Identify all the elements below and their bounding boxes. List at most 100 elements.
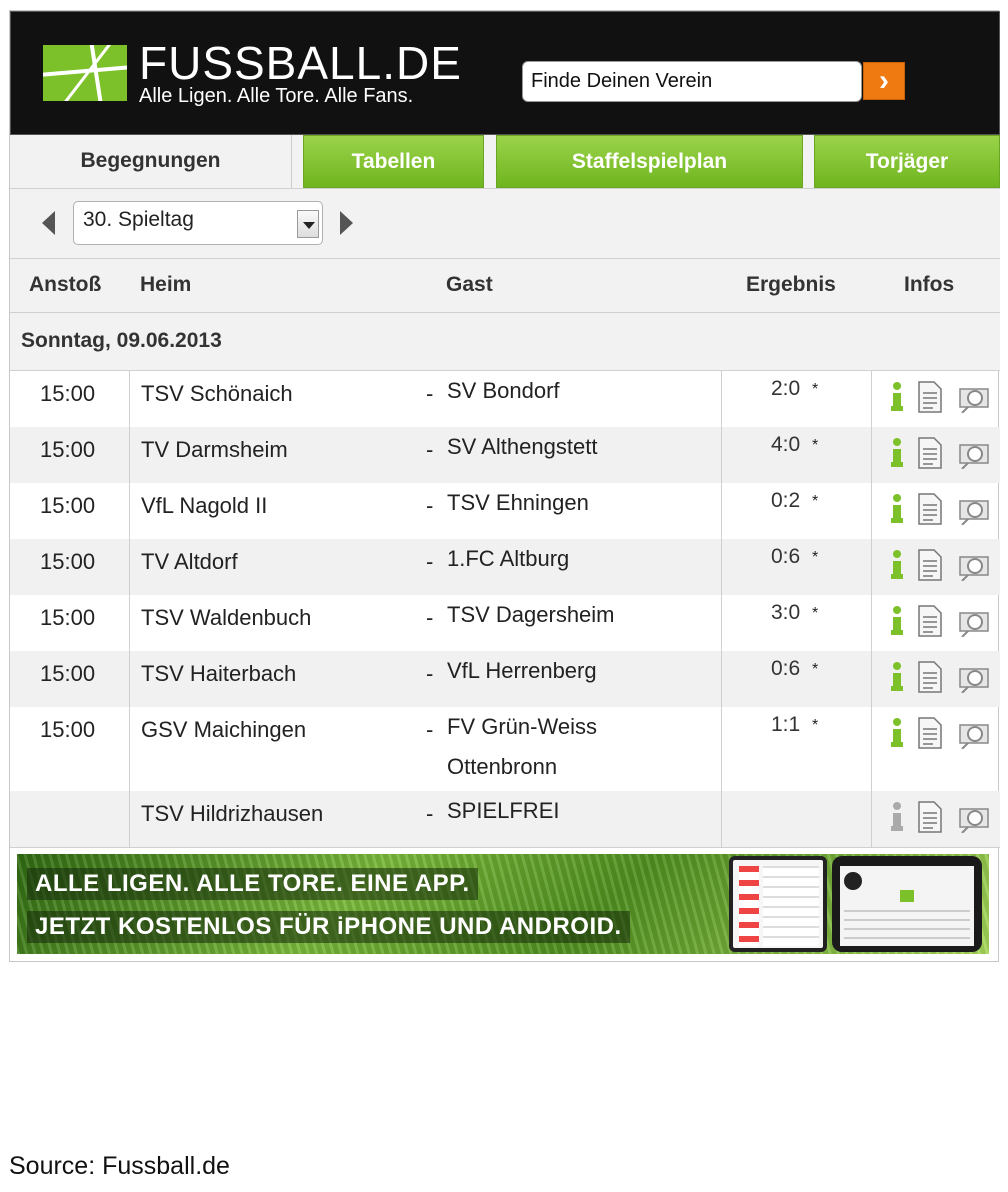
match-row[interactable]: 15:00 TSV Haiterbach - VfL Herrenberg 0:6 * bbox=[10, 651, 1000, 707]
match-info-icons bbox=[878, 661, 989, 695]
kickoff-time: 15:00 bbox=[40, 661, 96, 686]
team-separator: - bbox=[426, 381, 434, 406]
divider bbox=[871, 371, 872, 847]
match-list: 15:00 TSV Schönaich - SV Bondorf 2:0 * 15:00 TV… bbox=[10, 371, 1000, 847]
info-icon[interactable] bbox=[888, 381, 906, 415]
tab-begegnungen[interactable]: Begegnungen bbox=[10, 135, 292, 188]
match-info-icons bbox=[878, 717, 989, 751]
result-note-star: * bbox=[812, 661, 819, 678]
camera-icon[interactable] bbox=[958, 493, 992, 525]
kickoff-time: 15:00 bbox=[40, 493, 96, 518]
home-team: TSV Haiterbach bbox=[141, 661, 297, 686]
info-icon[interactable] bbox=[888, 549, 906, 583]
team-separator: - bbox=[426, 437, 434, 462]
smartphone-icon bbox=[832, 856, 982, 952]
previous-round-arrow-icon[interactable] bbox=[42, 211, 55, 235]
document-icon[interactable] bbox=[918, 549, 942, 581]
kickoff-time: 15:00 bbox=[40, 605, 96, 630]
guest-team: SV Bondorf bbox=[447, 378, 560, 403]
next-round-arrow-icon[interactable] bbox=[340, 211, 353, 235]
guest-team: FV Grün-Weiss Ottenbronn bbox=[447, 714, 597, 779]
tab-tabellen[interactable]: Tabellen bbox=[303, 135, 484, 188]
kickoff-time: 15:00 bbox=[40, 437, 96, 462]
match-info-icons bbox=[878, 549, 989, 583]
source-caption: Source: Fussball.de bbox=[9, 1152, 230, 1180]
match-row[interactable]: TSV Hildrizhausen - SPIELFREI bbox=[10, 791, 1000, 847]
match-result: 0:6 bbox=[771, 545, 801, 568]
chevron-down-icon[interactable] bbox=[297, 210, 319, 238]
round-select[interactable]: 30. Spieltag bbox=[73, 201, 323, 245]
fussball-widget: FUSSBALL.DE Alle Ligen. Alle Tore. Alle … bbox=[9, 10, 1000, 962]
match-row[interactable]: 15:00 TSV Schönaich - SV Bondorf 2:0 * bbox=[10, 371, 1000, 427]
camera-icon[interactable] bbox=[958, 549, 992, 581]
column-home: Heim bbox=[140, 273, 192, 296]
info-icon[interactable] bbox=[888, 493, 906, 527]
guest-team: SPIELFREI bbox=[447, 798, 560, 823]
column-info: Infos bbox=[904, 273, 955, 296]
match-result: 3:0 bbox=[771, 601, 801, 624]
brand-tagline: Alle Ligen. Alle Tore. Alle Fans. bbox=[139, 85, 414, 107]
kickoff-time: 15:00 bbox=[40, 381, 96, 406]
home-team: GSV Maichingen bbox=[141, 717, 307, 742]
info-icon[interactable] bbox=[888, 801, 906, 835]
tab-torjaeger[interactable]: Torjäger bbox=[814, 135, 1000, 188]
guest-team: SV Althengstett bbox=[447, 434, 598, 459]
result-note-star: * bbox=[812, 605, 819, 622]
team-separator: - bbox=[426, 549, 434, 574]
document-icon[interactable] bbox=[918, 381, 942, 413]
match-info-icons bbox=[878, 801, 989, 835]
info-icon[interactable] bbox=[888, 605, 906, 639]
guest-team: 1.FC Altburg bbox=[447, 546, 570, 571]
document-icon[interactable] bbox=[918, 661, 942, 693]
match-result: 4:0 bbox=[771, 433, 801, 456]
guest-team: TSV Ehningen bbox=[447, 490, 589, 515]
info-icon[interactable] bbox=[888, 437, 906, 471]
column-result: Ergebnis bbox=[746, 273, 836, 296]
info-icon[interactable] bbox=[888, 717, 906, 751]
document-icon[interactable] bbox=[918, 801, 942, 833]
result-note-star: * bbox=[812, 717, 819, 734]
match-info-icons bbox=[878, 605, 989, 639]
tab-staffelspielplan[interactable]: Staffelspielplan bbox=[496, 135, 803, 188]
document-icon[interactable] bbox=[918, 605, 942, 637]
match-row[interactable]: 15:00 VfL Nagold II - TSV Ehningen 0:2 * bbox=[10, 483, 1000, 539]
phone-screenshot-icon bbox=[729, 856, 827, 952]
kickoff-time: 15:00 bbox=[40, 717, 96, 742]
header: FUSSBALL.DE Alle Ligen. Alle Tore. Alle … bbox=[10, 11, 1000, 135]
team-separator: - bbox=[426, 493, 434, 518]
search-submit-button[interactable]: › bbox=[863, 62, 905, 100]
team-separator: - bbox=[426, 717, 434, 742]
match-row[interactable]: 15:00 TV Altdorf -1.FC Altburg 0:6 * bbox=[10, 539, 1000, 595]
divider bbox=[721, 371, 722, 847]
match-info-icons bbox=[878, 437, 989, 471]
guest-team: VfL Herrenberg bbox=[447, 658, 597, 683]
home-team: TSV Schönaich bbox=[141, 381, 293, 406]
home-team: TSV Hildrizhausen bbox=[141, 801, 324, 826]
guest-team: TSV Dagersheim bbox=[447, 602, 615, 627]
divider bbox=[129, 371, 130, 847]
camera-icon[interactable] bbox=[958, 801, 992, 833]
home-team: TV Darmsheim bbox=[141, 437, 288, 462]
document-icon[interactable] bbox=[918, 437, 942, 469]
round-selector: 30. Spieltag bbox=[10, 189, 1000, 259]
document-icon[interactable] bbox=[918, 493, 942, 525]
match-row[interactable]: 15:00 TSV Waldenbuch - TSV Dagersheim 3:0 * bbox=[10, 595, 1000, 651]
match-info-icons bbox=[878, 493, 989, 527]
divider bbox=[10, 847, 1000, 848]
match-row[interactable]: 15:00 TV Darmsheim - SV Althengstett 4:0 * bbox=[10, 427, 1000, 483]
camera-icon[interactable] bbox=[958, 437, 992, 469]
column-kickoff: Anstoß bbox=[29, 273, 102, 296]
camera-icon[interactable] bbox=[958, 381, 992, 413]
result-note-star: * bbox=[812, 437, 819, 454]
match-row[interactable]: 15:00 GSV Maichingen - FV Grün-Weiss Ottenb… bbox=[10, 707, 1000, 791]
banner-line-1: ALLE LIGEN. ALLE TORE. EINE APP. bbox=[27, 868, 478, 900]
app-promo-banner[interactable]: ALLE LIGEN. ALLE TORE. EINE APP. JETZT K… bbox=[17, 854, 989, 954]
document-icon[interactable] bbox=[918, 717, 942, 749]
camera-icon[interactable] bbox=[958, 605, 992, 637]
search-input[interactable] bbox=[522, 61, 862, 102]
match-result: 2:0 bbox=[771, 377, 801, 400]
info-icon[interactable] bbox=[888, 661, 906, 695]
camera-icon[interactable] bbox=[958, 717, 992, 749]
camera-icon[interactable] bbox=[958, 661, 992, 693]
home-team: TV Altdorf bbox=[141, 549, 238, 574]
